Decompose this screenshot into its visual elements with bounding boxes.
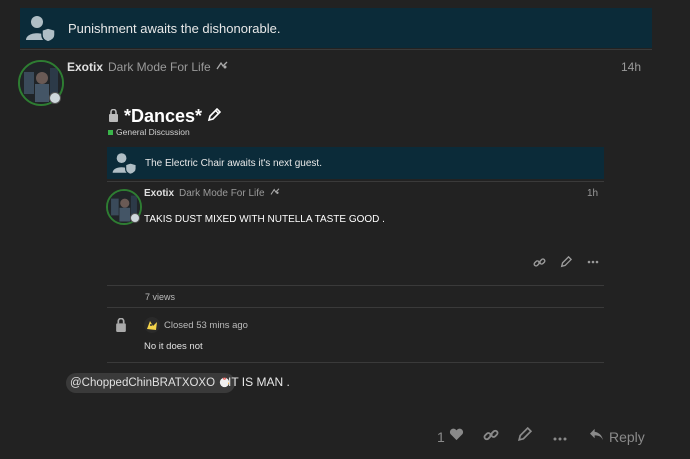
inner-username[interactable]: Exotix [144,188,174,199]
pencil-icon[interactable] [207,106,222,127]
user-shield-icon [111,151,137,176]
edit-button[interactable] [517,426,533,448]
username[interactable]: Exotix [67,60,103,74]
views-count: 7 views [145,292,176,302]
divider [107,362,604,363]
inner-user-title: Dark Mode For Life [179,188,265,199]
onebox-title[interactable]: *Dances* [108,106,222,127]
edit-icon[interactable] [558,255,574,269]
divider [20,49,652,50]
badge-icon [130,213,140,223]
flair-icon [216,61,228,74]
topic-title[interactable]: *Dances* [124,106,202,127]
flair-icon [270,188,280,199]
category-badge[interactable]: General Discussion [108,127,190,137]
heart-icon [449,428,464,446]
lock-icon [108,106,119,127]
inner-post-text: TAKIS DUST MIXED WITH NUTELLA TASTE GOOD… [144,214,385,225]
pencil-icon [517,426,533,447]
top-banner: Punishment awaits the dishonorable. [20,8,652,48]
more-icon[interactable] [585,255,601,269]
user-mention[interactable]: @ChoppedChinBRATXOXO [66,373,236,393]
post-text: IT IS MAN . [228,375,290,389]
user-title: Dark Mode For Life [108,60,211,74]
reply-button[interactable]: Reply [589,426,645,448]
reply-arrow-icon [589,428,604,446]
closer-avatar[interactable] [144,317,160,338]
more-button[interactable] [553,426,567,448]
more-icon [553,428,567,446]
category-label: General Discussion [116,127,190,137]
banner-text: Punishment awaits the dishonorable. [68,20,281,36]
category-color-square [108,129,113,135]
inner-post-time[interactable]: 1h [587,188,598,199]
post-meta: Exotix Dark Mode For Life [67,60,228,74]
divider [107,181,604,182]
link-icon[interactable] [531,255,547,269]
badge-icon [49,92,61,104]
post-time[interactable]: 14h [621,60,641,74]
share-link-button[interactable] [483,426,499,448]
closed-reply-text: No it does not [144,341,203,352]
closed-status: Closed 53 mins ago [164,320,248,331]
like-button[interactable]: 1 [437,426,464,448]
mention-text: @ChoppedChinBRATXOXO [70,377,216,390]
reply-label: Reply [609,429,645,445]
user-shield-icon [24,14,56,42]
divider [107,307,604,308]
inner-banner-text: The Electric Chair awaits it's next gues… [145,157,322,169]
link-icon [483,427,499,448]
divider [107,285,604,286]
inner-banner: The Electric Chair awaits it's next gues… [107,147,604,179]
lock-icon [115,317,127,337]
inner-post-meta: Exotix Dark Mode For Life [144,188,280,199]
like-count: 1 [437,429,445,445]
